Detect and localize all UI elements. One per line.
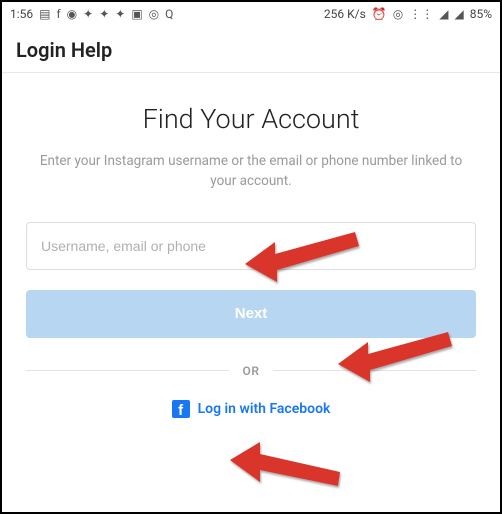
gallery-icon: ▣ (131, 7, 142, 21)
divider-label: OR (243, 364, 260, 378)
app-header: Login Help (2, 26, 500, 73)
notification-icon: ▤ (39, 7, 50, 21)
chrome-icon: ◎ (149, 7, 159, 21)
uc1-icon: ✦ (83, 7, 93, 21)
facebook-label: Log in with Facebook (198, 401, 331, 417)
status-time: 1:56 (10, 7, 33, 21)
hotspot-icon: ◎ (393, 7, 403, 21)
divider-line-left (26, 370, 229, 371)
facebook-icon (172, 400, 190, 418)
status-right: 256 K/s ⏰ ◎ ⋮⋮ ◢ ◢ 85% (324, 7, 492, 21)
divider-line-right (273, 370, 476, 371)
fb-circle-icon: ◉ (67, 7, 77, 21)
uc3-icon: ✦ (115, 7, 125, 21)
arrow-annotation-3 (222, 442, 352, 512)
battery-text: 85% (470, 7, 492, 21)
status-left: 1:56 ▤ f ◉ ✦ ✦ ✦ ▣ ◎ Q (10, 7, 173, 21)
net-speed: 256 K/s (324, 7, 366, 21)
or-divider: OR (26, 364, 476, 378)
facebook-login-link[interactable]: Log in with Facebook (26, 400, 476, 418)
alarm-icon: ⏰ (372, 7, 387, 21)
wifi-icon: ⋮⋮ (409, 7, 433, 21)
username-input[interactable] (26, 222, 476, 270)
quora-icon: Q (165, 7, 173, 21)
main-content: Find Your Account Enter your Instagram u… (2, 73, 500, 418)
uc2-icon: ✦ (99, 7, 109, 21)
next-button[interactable]: Next (26, 290, 476, 338)
signal2-icon: ◢ (454, 7, 463, 21)
content-title: Find Your Account (26, 103, 476, 135)
facebook-status-icon: f (56, 7, 60, 21)
page-title: Login Help (16, 38, 486, 62)
content-subtitle: Enter your Instagram username or the ema… (26, 151, 476, 192)
status-bar: 1:56 ▤ f ◉ ✦ ✦ ✦ ▣ ◎ Q 256 K/s ⏰ ◎ ⋮⋮ ◢ … (2, 2, 500, 26)
signal1-icon: ◢ (439, 7, 448, 21)
